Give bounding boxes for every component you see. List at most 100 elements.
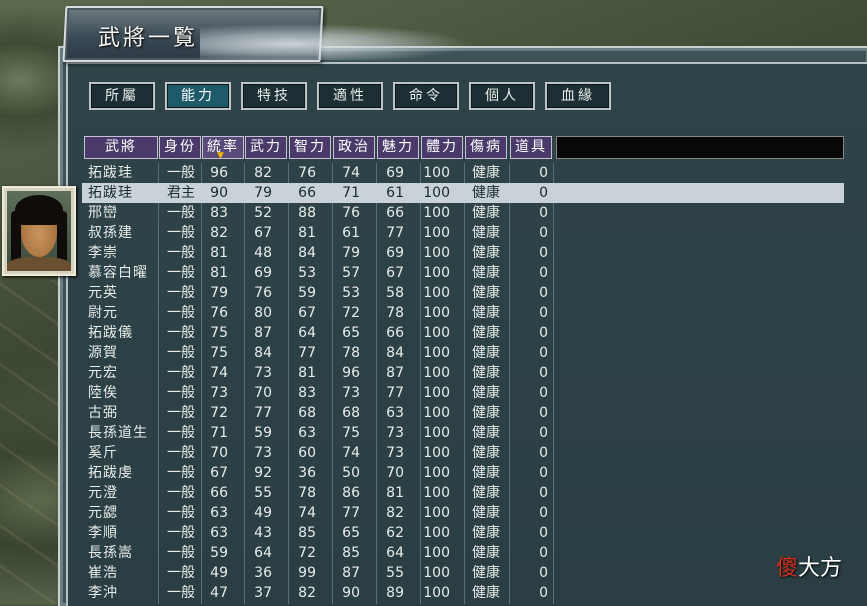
officer-portrait xyxy=(2,186,76,276)
officer-name: 叔孫建 xyxy=(88,225,133,241)
tab-orders[interactable]: 命令 xyxy=(393,82,459,110)
officer-name: 陸俟 xyxy=(88,385,118,401)
charisma-value: 69 xyxy=(386,165,404,181)
charisma-value: 66 xyxy=(386,205,404,221)
intelligence-value: 60 xyxy=(298,445,316,461)
war-value: 67 xyxy=(254,225,272,241)
table-row[interactable]: 元宏 一般 74 73 81 96 87 100 健康 0 xyxy=(82,363,844,383)
col-header-war[interactable]: 武力 xyxy=(245,136,287,159)
table-row[interactable]: 拓跋虔 一般 67 92 36 50 70 100 健康 0 xyxy=(82,463,844,483)
tab-personal[interactable]: 個人 xyxy=(469,82,535,110)
tab-lineage[interactable]: 血緣 xyxy=(545,82,611,110)
officer-injury: 健康 xyxy=(472,385,500,401)
col-header-injury[interactable]: 傷病 xyxy=(465,136,507,159)
war-value: 84 xyxy=(254,345,272,361)
officer-injury: 健康 xyxy=(472,165,500,181)
politics-value: 71 xyxy=(342,185,360,201)
politics-value: 77 xyxy=(342,505,360,521)
table-row[interactable]: 李沖 一般 47 37 82 90 89 100 健康 0 xyxy=(82,583,844,603)
officer-name: 拓跋珪 xyxy=(88,165,133,181)
table-row[interactable]: 李崇 一般 81 48 84 79 69 100 健康 0 xyxy=(82,243,844,263)
charisma-value: 82 xyxy=(386,505,404,521)
intelligence-value: 63 xyxy=(298,425,316,441)
table-row[interactable]: 叔孫建 一般 82 67 81 61 77 100 健康 0 xyxy=(82,223,844,243)
table-row[interactable]: 李順 一般 63 43 85 65 62 100 健康 0 xyxy=(82,523,844,543)
col-header-status[interactable]: 身份 xyxy=(159,136,201,159)
charisma-value: 77 xyxy=(386,225,404,241)
col-header-politics[interactable]: 政治 xyxy=(333,136,375,159)
table-row[interactable]: 慕容白曜 一般 81 69 53 57 67 100 健康 0 xyxy=(82,263,844,283)
officer-injury: 健康 xyxy=(472,305,500,321)
stamina-value: 100 xyxy=(423,565,450,581)
intelligence-value: 74 xyxy=(298,505,316,521)
table-row[interactable]: 元英 一般 79 76 59 53 58 100 健康 0 xyxy=(82,283,844,303)
tab-ability[interactable]: 能力 xyxy=(165,82,231,110)
table-row[interactable]: 長孫嵩 一般 59 64 72 85 64 100 健康 0 xyxy=(82,543,844,563)
stamina-value: 100 xyxy=(423,305,450,321)
table-row[interactable]: 古弼 一般 72 77 68 68 63 100 健康 0 xyxy=(82,403,844,423)
tab-skills[interactable]: 特技 xyxy=(241,82,307,110)
officer-injury: 健康 xyxy=(472,325,500,341)
officer-name: 拓跋珪 xyxy=(88,185,133,201)
leadership-value: 90 xyxy=(210,185,228,201)
col-header-stamina[interactable]: 體力 xyxy=(421,136,463,159)
table-row[interactable]: 元勰 一般 63 49 74 77 82 100 健康 0 xyxy=(82,503,844,523)
table-row[interactable]: 尉元 一般 76 80 67 72 78 100 健康 0 xyxy=(82,303,844,323)
items-value: 0 xyxy=(539,205,548,221)
table-row[interactable]: 元澄 一般 66 55 78 86 81 100 健康 0 xyxy=(82,483,844,503)
war-value: 55 xyxy=(254,485,272,501)
war-value: 49 xyxy=(254,505,272,521)
table-row[interactable]: 長孫道生 一般 71 59 63 75 73 100 健康 0 xyxy=(82,423,844,443)
items-value: 0 xyxy=(539,305,548,321)
officer-name: 崔浩 xyxy=(88,565,118,581)
officer-name: 奚斤 xyxy=(88,445,118,461)
war-value: 70 xyxy=(254,385,272,401)
war-value: 92 xyxy=(254,465,272,481)
officer-injury: 健康 xyxy=(472,365,500,381)
war-value: 52 xyxy=(254,205,272,221)
stamina-value: 100 xyxy=(423,345,450,361)
window-title: 武將一覧 xyxy=(98,26,199,51)
war-value: 69 xyxy=(254,265,272,281)
war-value: 73 xyxy=(254,365,272,381)
items-value: 0 xyxy=(539,365,548,381)
politics-value: 76 xyxy=(342,205,360,221)
officer-injury: 健康 xyxy=(472,245,500,261)
items-value: 0 xyxy=(539,245,548,261)
table-row[interactable]: 陸俟 一般 73 70 83 73 77 100 健康 0 xyxy=(82,383,844,403)
intelligence-value: 77 xyxy=(298,345,316,361)
war-value: 76 xyxy=(254,285,272,301)
tab-aptitude[interactable]: 適性 xyxy=(317,82,383,110)
leadership-value: 79 xyxy=(210,285,228,301)
leadership-value: 81 xyxy=(210,265,228,281)
table-row[interactable]: 邢巒 一般 83 52 88 76 66 100 健康 0 xyxy=(82,203,844,223)
war-value: 80 xyxy=(254,305,272,321)
table-row[interactable]: 崔浩 一般 49 36 99 87 55 100 健康 0 xyxy=(82,563,844,583)
table-row[interactable]: 奚斤 一般 70 73 60 74 73 100 健康 0 xyxy=(82,443,844,463)
col-header-charisma[interactable]: 魅力 xyxy=(377,136,419,159)
table-row[interactable]: 拓跋珪 君主 90 79 66 71 61 100 健康 0 xyxy=(82,183,844,203)
col-header-intelligence[interactable]: 智力 xyxy=(289,136,331,159)
charisma-value: 77 xyxy=(386,385,404,401)
stamina-value: 100 xyxy=(423,485,450,501)
stamina-value: 100 xyxy=(423,185,450,201)
officer-table: 武將 身份 統率 武力 智力 政治 魅力 體力 傷病 道具 ▼ 拓跋珪 一般 96 8… xyxy=(82,133,844,604)
col-header-items[interactable]: 道具 xyxy=(510,136,552,159)
intelligence-value: 64 xyxy=(298,325,316,341)
col-header-name[interactable]: 武將 xyxy=(84,136,158,159)
officer-injury: 健康 xyxy=(472,285,500,301)
table-row[interactable]: 拓跋珪 一般 96 82 76 74 69 100 健康 0 xyxy=(82,163,844,183)
tab-affiliation[interactable]: 所屬 xyxy=(89,82,155,110)
officer-injury: 健康 xyxy=(472,525,500,541)
politics-value: 96 xyxy=(342,365,360,381)
intelligence-value: 84 xyxy=(298,245,316,261)
items-value: 0 xyxy=(539,185,548,201)
charisma-value: 63 xyxy=(386,405,404,421)
intelligence-value: 85 xyxy=(298,525,316,541)
watermark-text: 大方 xyxy=(798,556,843,581)
officer-injury: 健康 xyxy=(472,565,500,581)
intelligence-value: 81 xyxy=(298,225,316,241)
charisma-value: 89 xyxy=(386,585,404,601)
table-row[interactable]: 源賀 一般 75 84 77 78 84 100 健康 0 xyxy=(82,343,844,363)
table-row[interactable]: 拓跋儀 一般 75 87 64 65 66 100 健康 0 xyxy=(82,323,844,343)
